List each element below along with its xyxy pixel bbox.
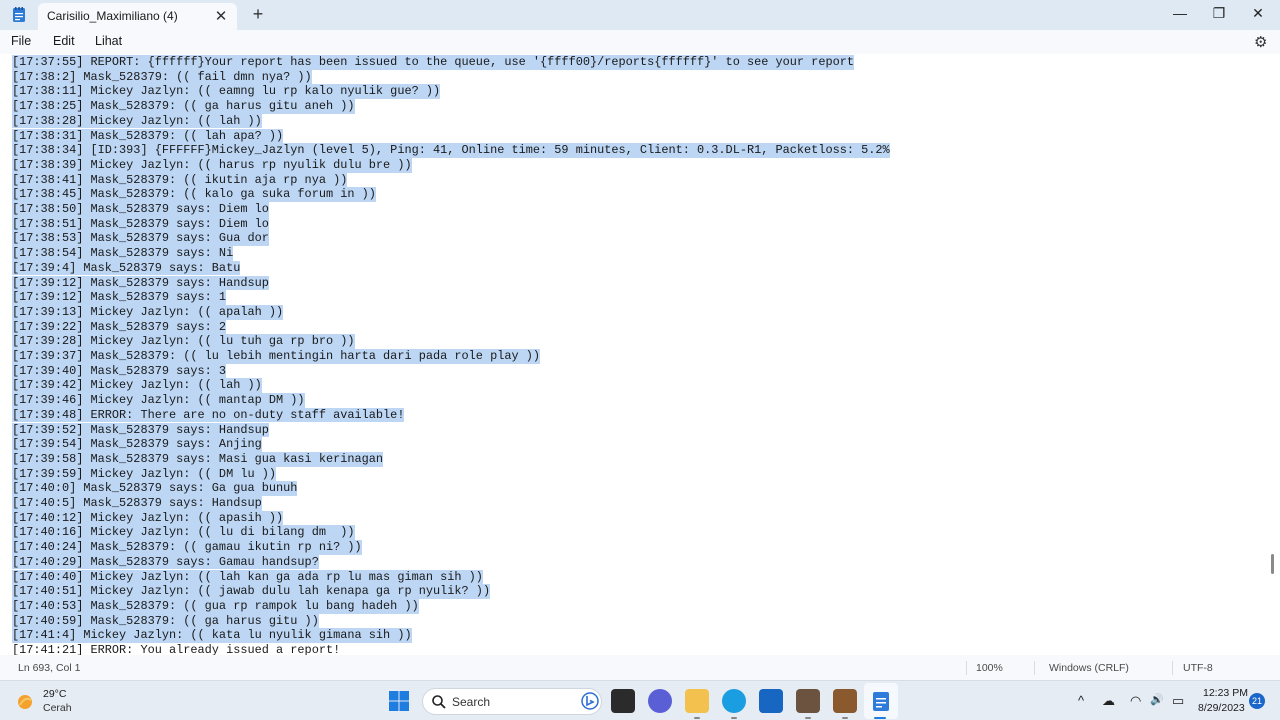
minimize-button[interactable]: —	[1161, 0, 1199, 30]
running-indicator	[694, 717, 700, 719]
text-line[interactable]: [17:39:40] Mask_528379 says: 3	[12, 363, 227, 379]
notification-badge[interactable]: 21	[1249, 693, 1265, 709]
text-line[interactable]: [17:39:4] Mask_528379 says: Batu	[12, 260, 241, 276]
text-line[interactable]: [17:40:29] Mask_528379 says: Gamau hands…	[12, 554, 319, 570]
taskbar-search[interactable]: Search	[422, 688, 602, 715]
status-divider	[966, 661, 967, 675]
text-line[interactable]: [17:41:21] ERROR: You already issued a r…	[12, 643, 340, 655]
text-line[interactable]: [17:39:13] Mickey Jazlyn: (( apalah ))	[12, 304, 284, 320]
weather-condition[interactable]: Cerah	[43, 702, 72, 714]
text-line[interactable]: [17:38:25] Mask_528379: (( ga harus gitu…	[12, 99, 355, 114]
text-editor[interactable]: [17:37:55] REPORT: {ffffff}Your report h…	[0, 54, 1280, 655]
text-line[interactable]: [17:38:39] Mickey Jazlyn: (( harus rp ny…	[12, 157, 412, 173]
wifi-icon[interactable]: ◠	[1130, 693, 1141, 709]
windows-start-icon[interactable]	[389, 691, 409, 711]
text-line[interactable]: [17:37:55] REPORT: {ffffff}Your report h…	[12, 55, 854, 70]
text-line[interactable]: [17:39:12] Mask_528379 says: Handsup	[12, 275, 269, 291]
text-line[interactable]: [17:38:11] Mickey Jazlyn: (( eamng lu rp…	[12, 84, 441, 100]
taskbar-app-terminal-icon[interactable]	[611, 689, 635, 713]
close-window-button[interactable]: ✕	[1239, 0, 1277, 30]
bing-icon[interactable]	[581, 692, 599, 710]
active-indicator	[874, 717, 886, 719]
running-indicator	[842, 717, 848, 719]
text-line[interactable]: [17:40:51] Mickey Jazlyn: (( jawab dulu …	[12, 584, 491, 599]
notepad-app-icon	[13, 7, 25, 22]
menu-bar: File Edit Lihat ⚙	[0, 30, 1280, 54]
new-tab-button[interactable]: +	[250, 4, 266, 25]
taskbar-app-game-launcher-icon[interactable]	[833, 689, 857, 713]
weather-sun-icon[interactable]	[16, 691, 36, 711]
text-line[interactable]: [17:40:53] Mask_528379: (( gua rp rampok…	[12, 598, 419, 614]
zoom-level[interactable]: 100%	[976, 662, 1003, 674]
line-ending[interactable]: Windows (CRLF)	[1049, 662, 1129, 674]
text-line[interactable]: [17:40:12] Mickey Jazlyn: (( apasih ))	[12, 510, 284, 526]
menu-view[interactable]: Lihat	[95, 34, 122, 48]
text-line[interactable]: [17:39:12] Mask_528379 says: 1	[12, 290, 227, 305]
taskbar-app-file-explorer-icon[interactable]	[685, 689, 709, 713]
running-indicator	[731, 717, 737, 719]
text-line[interactable]: [17:38:53] Mask_528379 says: Gua dor	[12, 231, 269, 247]
taskbar-app-store-icon[interactable]	[759, 689, 783, 713]
text-line[interactable]: [17:40:24] Mask_528379: (( gamau ikutin …	[12, 540, 362, 555]
text-line[interactable]: [17:39:28] Mickey Jazlyn: (( lu tuh ga r…	[12, 334, 355, 349]
taskbar-app-game-icon[interactable]	[796, 689, 820, 713]
text-line[interactable]: [17:39:48] ERROR: There are no on-duty s…	[12, 407, 405, 423]
text-line[interactable]: [17:40:40] Mickey Jazlyn: (( lah kan ga …	[12, 569, 483, 585]
text-line[interactable]: [17:38:45] Mask_528379: (( kalo ga suka …	[12, 187, 376, 202]
search-label: Search	[452, 695, 491, 709]
text-line[interactable]: [17:39:52] Mask_528379 says: Handsup	[12, 422, 269, 438]
text-line[interactable]: [17:41:4] Mickey Jazlyn: (( kata lu nyul…	[12, 628, 412, 643]
text-line[interactable]: [17:39:54] Mask_528379 says: Anjing	[12, 437, 262, 452]
text-line[interactable]: [17:40:16] Mickey Jazlyn: (( lu di bilan…	[12, 525, 355, 541]
text-line[interactable]: [17:38:51] Mask_528379 says: Diem lo	[12, 216, 269, 232]
settings-icon[interactable]: ⚙	[1254, 33, 1267, 51]
text-line[interactable]: [17:38:34] [ID:393] {FFFFFF}Mickey_Jazly…	[12, 143, 890, 158]
text-line[interactable]: [17:39:22] Mask_528379 says: 2	[12, 319, 227, 335]
taskbar: 29°C Cerah Search ^ ☁ ◠ 🔊 ▭ 12:23 PM 8/2…	[0, 680, 1280, 720]
cursor-position: Ln 693, Col 1	[18, 662, 81, 674]
text-line[interactable]: [17:40:0] Mask_528379 says: Ga gua bunuh	[12, 481, 298, 496]
clock-date[interactable]: 8/29/2023	[1198, 702, 1245, 714]
clock-time[interactable]: 12:23 PM	[1203, 687, 1248, 699]
text-line[interactable]: [17:38:41] Mask_528379: (( ikutin aja rp…	[12, 172, 348, 188]
tab-document[interactable]: Carisilio_Maximiliano (4) ✕	[38, 3, 237, 30]
text-line[interactable]: [17:38:54] Mask_528379 says: Ni	[12, 246, 234, 261]
status-divider	[1172, 661, 1173, 675]
text-line[interactable]: [17:38:31] Mask_528379: (( lah apa? ))	[12, 128, 284, 144]
weather-temperature[interactable]: 29°C	[43, 688, 66, 700]
text-line[interactable]: [17:38:28] Mickey Jazlyn: (( lah ))	[12, 113, 262, 129]
encoding[interactable]: UTF-8	[1183, 662, 1213, 674]
text-line[interactable]: [17:39:46] Mickey Jazlyn: (( mantap DM )…	[12, 393, 305, 408]
text-line[interactable]: [17:39:58] Mask_528379 says: Masi gua ka…	[12, 451, 384, 467]
title-bar: Carisilio_Maximiliano (4) ✕ + — ❐ ✕	[0, 0, 1280, 30]
text-line[interactable]: [17:39:37] Mask_528379: (( lu lebih ment…	[12, 349, 541, 364]
taskbar-app-notepad-icon[interactable]	[869, 689, 893, 713]
search-icon	[432, 695, 446, 709]
maximize-button[interactable]: ❐	[1200, 0, 1238, 30]
text-line[interactable]: [17:38:50] Mask_528379 says: Diem lo	[12, 202, 269, 217]
text-line[interactable]: [17:39:42] Mickey Jazlyn: (( lah ))	[12, 378, 262, 394]
close-tab-icon[interactable]: ✕	[214, 7, 228, 25]
text-line[interactable]: [17:40:59] Mask_528379: (( ga harus gitu…	[12, 613, 319, 629]
status-divider	[1034, 661, 1035, 675]
taskbar-app-edge-icon[interactable]	[722, 689, 746, 713]
text-line[interactable]: [17:39:59] Mickey Jazlyn: (( DM lu ))	[12, 466, 277, 482]
volume-icon[interactable]: 🔊	[1150, 693, 1164, 706]
running-indicator	[805, 717, 811, 719]
battery-icon[interactable]: ▭	[1172, 693, 1184, 709]
text-line[interactable]: [17:38:2] Mask_528379: (( fail dmn nya? …	[12, 69, 312, 85]
onedrive-cloud-icon[interactable]: ☁	[1102, 693, 1115, 709]
vertical-scrollbar-thumb[interactable]	[1271, 554, 1274, 574]
status-bar: Ln 693, Col 1 100% Windows (CRLF) UTF-8	[0, 655, 1280, 680]
text-line[interactable]: [17:40:5] Mask_528379 says: Handsup	[12, 496, 262, 511]
tab-title: Carisilio_Maximiliano (4)	[47, 9, 178, 23]
menu-file[interactable]: File	[11, 34, 31, 48]
taskbar-app-chat-icon[interactable]	[648, 689, 672, 713]
menu-edit[interactable]: Edit	[53, 34, 75, 48]
show-hidden-icons-chevron-icon[interactable]: ^	[1078, 693, 1084, 708]
